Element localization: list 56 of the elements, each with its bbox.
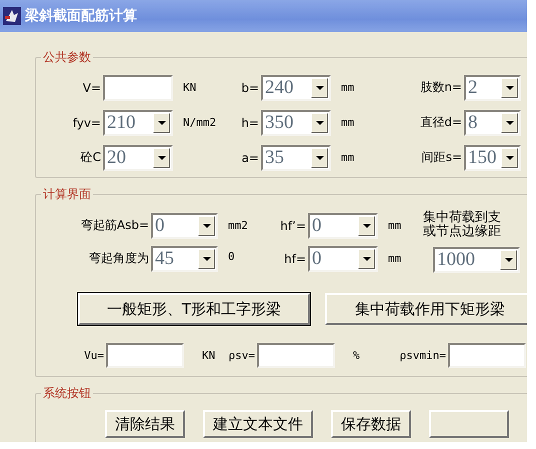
- button[interactable]: 建立文本文件: [203, 410, 313, 438]
- button[interactable]: 清除结果: [105, 410, 185, 438]
- unit-label: mm2: [227, 219, 249, 232]
- field-label: fyv=: [72, 116, 102, 130]
- field-label: 弯起筋Asb=: [80, 217, 150, 234]
- field-label: 砼C: [80, 149, 102, 166]
- window-title: 梁斜截面配筋计算: [25, 7, 137, 25]
- field-label: V=: [82, 80, 102, 94]
- group-title: 计算界面: [42, 186, 92, 203]
- dropdown[interactable]: 0: [308, 246, 378, 272]
- button[interactable]: [429, 410, 509, 438]
- unit-label: KN: [201, 349, 216, 362]
- field-label: ρsvmin=: [398, 349, 447, 362]
- dropdown[interactable]: 35: [261, 144, 331, 170]
- unit-label: %: [352, 349, 361, 362]
- unit-label: mm: [340, 81, 356, 94]
- input-field[interactable]: [103, 74, 173, 100]
- dropdown[interactable]: 0: [151, 212, 218, 238]
- field-label: a=: [240, 150, 260, 164]
- dropdown[interactable]: 210: [103, 110, 173, 136]
- unit-label: KN: [182, 81, 198, 94]
- dropdown[interactable]: 350: [261, 110, 331, 136]
- dropdown[interactable]: 45: [151, 246, 218, 272]
- field-label: hf’=: [279, 218, 307, 232]
- button[interactable]: 一般矩形、T形和工字形梁: [78, 293, 310, 325]
- field-label: 肢数n=: [419, 79, 463, 96]
- group-title: 系统按钮: [42, 385, 92, 402]
- input-field[interactable]: [257, 343, 335, 368]
- unit-label: mm: [387, 252, 402, 265]
- dropdown[interactable]: 150: [464, 144, 521, 170]
- dropdown[interactable]: 240: [261, 74, 331, 100]
- dropdown[interactable]: 1000: [433, 247, 520, 273]
- dropdown[interactable]: 0: [308, 212, 378, 238]
- button[interactable]: 保存数据: [331, 410, 411, 438]
- field-label: h=: [240, 116, 260, 130]
- input-field[interactable]: [448, 343, 526, 368]
- dropdown[interactable]: 20: [103, 144, 173, 170]
- field-label: ρsv=: [228, 349, 256, 362]
- unit-label: N/mm2: [182, 116, 218, 129]
- input-field[interactable]: [106, 343, 184, 368]
- field-label: hf=: [283, 252, 307, 266]
- field-label: 弯起角度为: [88, 250, 150, 267]
- dropdown[interactable]: 8: [464, 110, 521, 136]
- note-text: 集中荷载到支 或节点边缘距: [423, 211, 502, 239]
- group-title: 公共参数: [42, 49, 92, 66]
- dropdown[interactable]: 2: [464, 74, 521, 100]
- field-label: 直径d=: [419, 114, 463, 131]
- field-label: Vu=: [83, 349, 105, 362]
- unit-label: 0: [227, 250, 236, 265]
- field-label: 间距s=: [420, 149, 463, 166]
- unit-label: mm: [387, 219, 402, 232]
- unit-label: mm: [340, 151, 356, 164]
- app-icon: [3, 7, 21, 25]
- unit-label: mm: [340, 116, 356, 129]
- field-label: b=: [240, 80, 260, 94]
- button[interactable]: 集中荷载作用下矩形梁: [325, 293, 527, 325]
